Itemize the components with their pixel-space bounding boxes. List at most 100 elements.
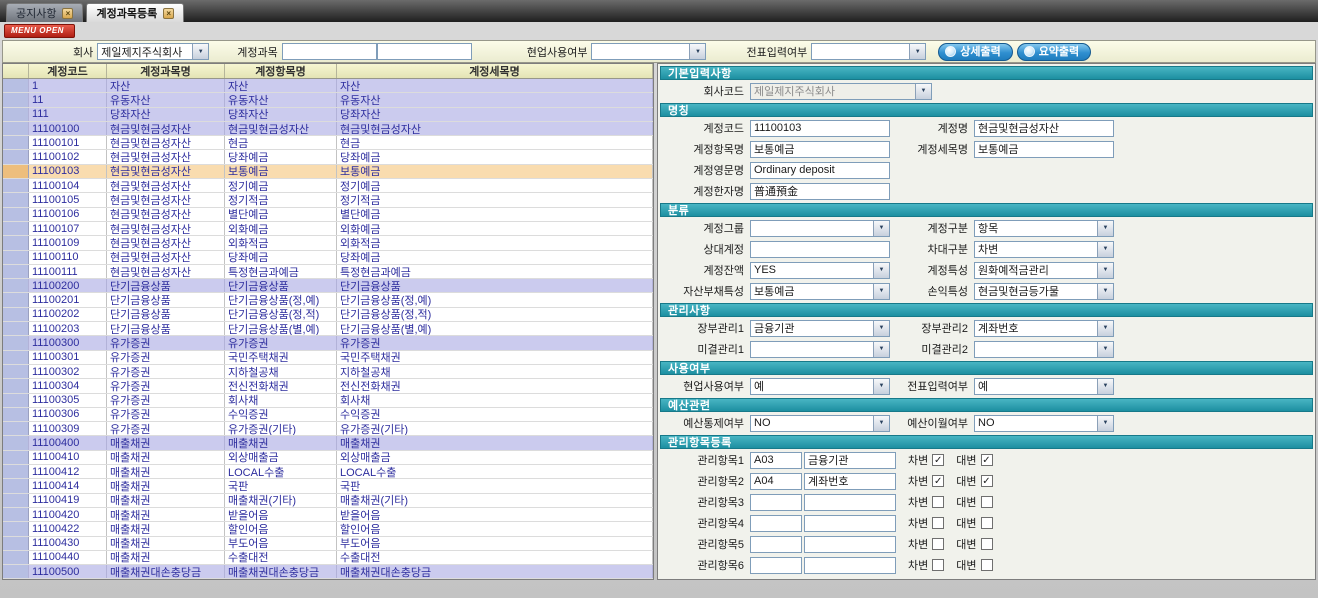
row-selector-gutter[interactable] [3, 422, 29, 435]
credit-checkbox[interactable] [981, 475, 993, 487]
field-use-select[interactable]: ▼ [591, 43, 706, 60]
table-row[interactable]: 11100430매출채권부도어음부도어음 [3, 537, 653, 551]
table-row[interactable]: 11100500매출채권대손충당금매출채권대손충당금매출채권대손충당금 [3, 565, 653, 579]
credit-checkbox[interactable] [981, 559, 993, 571]
chevron-down-icon[interactable]: ▼ [873, 379, 889, 394]
table-row[interactable]: 11100107현금및현금성자산외화예금외화예금 [3, 222, 653, 236]
tab-account-registration[interactable]: 계정과목등록 × [86, 3, 184, 22]
row-selector-gutter[interactable] [3, 436, 29, 449]
table-row[interactable]: 11100106현금및현금성자산별단예금별단예금 [3, 208, 653, 222]
menu-open-button[interactable]: MENU OPEN [4, 24, 75, 38]
open-mgmt1-select[interactable]: ▼ [750, 341, 890, 358]
row-selector-gutter[interactable] [3, 193, 29, 206]
chevron-down-icon[interactable]: ▼ [873, 284, 889, 299]
table-row[interactable]: 11100410매출채권외상매출금외상매출금 [3, 451, 653, 465]
mgmt-item6-name-input[interactable] [804, 557, 896, 574]
detail-name-field[interactable]: 보통예금 [974, 141, 1114, 158]
mgmt-item2-code-input[interactable]: A04 [750, 473, 802, 490]
table-row[interactable]: 11100422매출채권할인어음할인어음 [3, 522, 653, 536]
chevron-down-icon[interactable]: ▼ [873, 416, 889, 431]
table-row[interactable]: 11100100현금및현금성자산현금및현금성자산현금및현금성자산 [3, 122, 653, 136]
table-row[interactable]: 11100202단기금융상품단기금융상품(정,적)단기금융상품(정,적) [3, 308, 653, 322]
debit-checkbox[interactable] [932, 454, 944, 466]
mgmt-item4-code-input[interactable] [750, 515, 802, 532]
row-selector-gutter[interactable] [3, 351, 29, 364]
english-name-field[interactable]: Ordinary deposit [750, 162, 890, 179]
row-selector-gutter[interactable] [3, 365, 29, 378]
debit-checkbox[interactable] [932, 559, 944, 571]
row-selector-gutter[interactable] [3, 308, 29, 321]
account-balance-select[interactable]: YES ▼ [750, 262, 890, 279]
chevron-down-icon[interactable]: ▼ [689, 44, 705, 59]
debit-checkbox[interactable] [932, 496, 944, 508]
close-icon[interactable]: × [163, 8, 174, 19]
row-selector-gutter[interactable] [3, 122, 29, 135]
row-selector-gutter[interactable] [3, 408, 29, 421]
row-selector-gutter[interactable] [3, 165, 29, 178]
field-use-form-select[interactable]: 예 ▼ [750, 378, 890, 395]
debit-credit-division-select[interactable]: 차변 ▼ [974, 241, 1114, 258]
table-row[interactable]: 11100301유가증권국민주택채권국민주택채권 [3, 351, 653, 365]
account-name-input[interactable] [377, 43, 472, 60]
table-row[interactable]: 11100414매출채권국판국판 [3, 479, 653, 493]
mgmt-item3-name-input[interactable] [804, 494, 896, 511]
row-selector-gutter[interactable] [3, 293, 29, 306]
asset-liability-trait-select[interactable]: 보통예금 ▼ [750, 283, 890, 300]
mgmt-item1-code-input[interactable]: A03 [750, 452, 802, 469]
mgmt-item5-code-input[interactable] [750, 536, 802, 553]
company-code-select[interactable]: 제일제지주식회사 ▼ [750, 83, 932, 100]
table-row[interactable]: 11유동자산유동자산유동자산 [3, 93, 653, 107]
chevron-down-icon[interactable]: ▼ [1097, 284, 1113, 299]
book-mgmt1-select[interactable]: 금융기관 ▼ [750, 320, 890, 337]
row-selector-gutter[interactable] [3, 565, 29, 578]
row-selector-gutter[interactable] [3, 279, 29, 292]
row-selector-gutter[interactable] [3, 479, 29, 492]
table-row[interactable]: 11100419매출채권매출채권(기타)매출채권(기타) [3, 494, 653, 508]
row-selector-gutter[interactable] [3, 451, 29, 464]
chevron-down-icon[interactable]: ▼ [873, 263, 889, 278]
budget-carryover-select[interactable]: NO ▼ [974, 415, 1114, 432]
table-row[interactable]: 11100300유가증권유가증권유가증권 [3, 336, 653, 350]
table-row[interactable]: 11100440매출채권수출대전수출대전 [3, 551, 653, 565]
row-selector-gutter[interactable] [3, 79, 29, 92]
row-selector-gutter[interactable] [3, 494, 29, 507]
mgmt-item4-name-input[interactable] [804, 515, 896, 532]
open-mgmt2-select[interactable]: ▼ [974, 341, 1114, 358]
budget-control-select[interactable]: NO ▼ [750, 415, 890, 432]
company-select[interactable]: 제일제지주식회사 ▼ [97, 43, 209, 60]
debit-checkbox[interactable] [932, 517, 944, 529]
chevron-down-icon[interactable]: ▼ [915, 84, 931, 99]
row-selector-gutter[interactable] [3, 379, 29, 392]
debit-checkbox[interactable] [932, 475, 944, 487]
row-selector-gutter[interactable] [3, 179, 29, 192]
table-row[interactable]: 11100109현금및현금성자산외화적금외화적금 [3, 236, 653, 250]
row-selector-gutter[interactable] [3, 465, 29, 478]
col-header-item-name[interactable]: 계정항목명 [225, 64, 337, 78]
chevron-down-icon[interactable]: ▼ [873, 342, 889, 357]
col-header-detail-name[interactable]: 계정세목명 [337, 64, 653, 78]
credit-checkbox[interactable] [981, 454, 993, 466]
detail-print-button[interactable]: 상세출력 [938, 43, 1012, 61]
account-trait-select[interactable]: 원화예적금관리 ▼ [974, 262, 1114, 279]
account-name-field[interactable]: 현금및현금성자산 [974, 120, 1114, 137]
table-row[interactable]: 1자산자산자산 [3, 79, 653, 93]
credit-checkbox[interactable] [981, 538, 993, 550]
chevron-down-icon[interactable]: ▼ [873, 221, 889, 236]
table-row[interactable]: 11100105현금및현금성자산정기적금정기적금 [3, 193, 653, 207]
chevron-down-icon[interactable]: ▼ [192, 44, 208, 59]
chevron-down-icon[interactable]: ▼ [1097, 416, 1113, 431]
mgmt-item1-name-input[interactable]: 금융기관 [804, 452, 896, 469]
table-row[interactable]: 11100200단기금융상품단기금융상품단기금융상품 [3, 279, 653, 293]
row-selector-gutter[interactable] [3, 150, 29, 163]
tab-notice[interactable]: 공지사항 × [6, 3, 83, 22]
table-row[interactable]: 11100201단기금융상품단기금융상품(정,예)단기금융상품(정,예) [3, 293, 653, 307]
table-row[interactable]: 11100101현금및현금성자산현금현금 [3, 136, 653, 150]
table-row[interactable]: 11100306유가증권수익증권수익증권 [3, 408, 653, 422]
table-row[interactable]: 11100110현금및현금성자산당좌예금당좌예금 [3, 251, 653, 265]
col-header-account-code[interactable]: 계정코드 [29, 64, 107, 78]
table-row[interactable]: 111당좌자산당좌자산당좌자산 [3, 108, 653, 122]
slip-entry-select[interactable]: ▼ [811, 43, 926, 60]
row-selector-gutter[interactable] [3, 522, 29, 535]
row-selector-gutter[interactable] [3, 136, 29, 149]
account-division-select[interactable]: 항목 ▼ [974, 220, 1114, 237]
